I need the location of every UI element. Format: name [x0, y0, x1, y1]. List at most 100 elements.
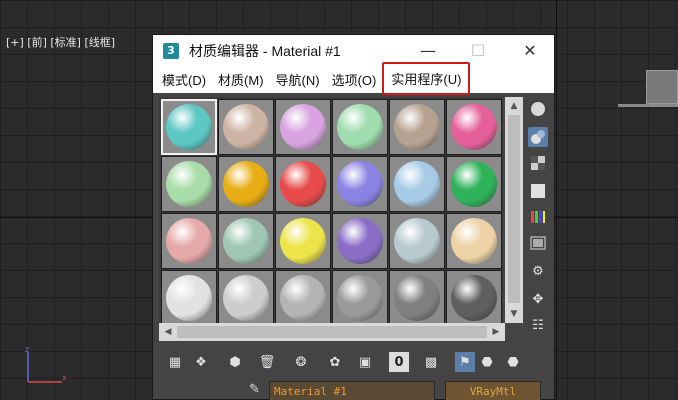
go-forward-sibling-icon[interactable]: ⬣: [503, 352, 523, 372]
sample-slot[interactable]: [275, 156, 331, 212]
sample-slot[interactable]: [389, 156, 445, 212]
material-sphere: [223, 218, 269, 264]
sample-slot[interactable]: [161, 99, 217, 155]
select-by-material-icon[interactable]: ✥: [528, 289, 548, 309]
material-sphere: [394, 104, 440, 150]
material-sphere: [337, 161, 383, 207]
put-to-scene-icon[interactable]: ❖: [191, 352, 211, 372]
sample-slot[interactable]: [218, 270, 274, 326]
sample-slots-grid: [159, 97, 503, 327]
material-sphere: [394, 218, 440, 264]
scroll-left-icon[interactable]: ◀: [159, 323, 177, 341]
viewcube-icon[interactable]: [646, 70, 678, 104]
menu-navigation[interactable]: 导航(N): [270, 66, 326, 93]
sample-slot[interactable]: [161, 213, 217, 269]
window-title: 材质编辑器 - Material #1: [189, 42, 341, 59]
make-unique-icon[interactable]: ✿: [325, 352, 345, 372]
sample-slot[interactable]: [389, 213, 445, 269]
sample-slot[interactable]: [161, 270, 217, 326]
menu-material[interactable]: 材质(M): [212, 66, 270, 93]
viewcube-base: [618, 104, 678, 107]
sample-slot[interactable]: [446, 270, 502, 326]
menu-bar: 模式(D) 材质(M) 导航(N) 选项(O) 实用程序(U): [153, 62, 554, 95]
save-to-library-icon[interactable]: ▣: [355, 352, 375, 372]
material-type-button[interactable]: VRayMtl: [445, 381, 541, 400]
material-sphere: [394, 161, 440, 207]
material-sphere: [166, 161, 212, 207]
material-sphere: [280, 218, 326, 264]
make-copy-icon[interactable]: ❂: [291, 352, 311, 372]
material-id-icon[interactable]: 0: [389, 352, 409, 372]
viewport-label[interactable]: [+] [前] [标准] [线框]: [6, 34, 115, 50]
sample-slot[interactable]: [332, 99, 388, 155]
material-map-navigator-icon[interactable]: ☷: [528, 315, 548, 335]
horizontal-scroll-thumb[interactable]: [177, 326, 487, 338]
material-sphere: [451, 161, 497, 207]
horizontal-scrollbar[interactable]: ◀ ▶: [159, 323, 505, 341]
material-sphere: [223, 104, 269, 150]
show-end-result-icon[interactable]: ⚑: [455, 352, 475, 372]
material-sphere: [280, 275, 326, 321]
sample-slot[interactable]: [446, 156, 502, 212]
material-sphere: [451, 104, 497, 150]
vertical-scroll-thumb[interactable]: [508, 115, 520, 303]
sample-slot[interactable]: [332, 213, 388, 269]
background-checker-icon[interactable]: [528, 153, 548, 173]
backlight-icon[interactable]: [528, 127, 548, 147]
scroll-down-icon[interactable]: ▼: [505, 305, 523, 323]
make-preview-icon[interactable]: [528, 233, 548, 253]
title-bar[interactable]: 3 材质编辑器 - Material #1 — ☐ ✕: [153, 35, 554, 66]
material-sphere: [280, 104, 326, 150]
go-to-parent-icon[interactable]: ⬣: [477, 352, 497, 372]
material-sphere: [451, 275, 497, 321]
sample-slot[interactable]: [275, 99, 331, 155]
delete-icon[interactable]: 🗑: [257, 352, 277, 372]
menu-mode[interactable]: 模式(D): [156, 66, 212, 93]
bottom-toolbar: ▦ ❖ ⬢ 🗑 ❂ ✿ ▣ 0 ▩ ⚑ ⬣ ⬣: [159, 349, 549, 375]
svg-text:x: x: [62, 373, 67, 382]
material-sphere: [337, 275, 383, 321]
sample-slot[interactable]: [161, 156, 217, 212]
app-3dsmax-icon: 3: [163, 42, 179, 59]
svg-text:z: z: [25, 346, 29, 354]
material-sphere: [166, 218, 212, 264]
material-sphere: [166, 104, 212, 150]
material-sphere: [223, 161, 269, 207]
material-sphere: [280, 161, 326, 207]
sample-slot[interactable]: [332, 270, 388, 326]
material-sphere: [223, 275, 269, 321]
scroll-right-icon[interactable]: ▶: [487, 323, 505, 341]
get-material-icon[interactable]: ▦: [165, 352, 185, 372]
close-button[interactable]: ✕: [507, 35, 553, 66]
material-sphere: [337, 104, 383, 150]
options-icon[interactable]: ⚙: [528, 261, 548, 281]
sample-slot[interactable]: [218, 99, 274, 155]
show-map-in-viewport-icon[interactable]: ▩: [421, 352, 441, 372]
axis-gizmo-icon: z x: [25, 346, 67, 383]
sample-slot[interactable]: [218, 213, 274, 269]
eyedropper-icon[interactable]: ✎: [249, 382, 265, 398]
sample-slot[interactable]: [218, 156, 274, 212]
sample-slot[interactable]: [389, 99, 445, 155]
material-name-field[interactable]: Material #1: [269, 381, 435, 400]
menu-utilities[interactable]: 实用程序(U): [382, 62, 471, 95]
sample-slot[interactable]: [446, 99, 502, 155]
material-editor-window: 3 材质编辑器 - Material #1 — ☐ ✕ 模式(D) 材质(M) …: [152, 34, 555, 400]
video-color-check-icon[interactable]: [528, 207, 548, 227]
sample-slot[interactable]: [275, 270, 331, 326]
sample-type-sphere-icon[interactable]: [528, 99, 548, 119]
menu-options[interactable]: 选项(O): [326, 66, 383, 93]
viewport-axis-vertical: [556, 0, 557, 400]
vertical-scrollbar[interactable]: ▲ ▼: [505, 97, 523, 323]
sample-slot[interactable]: [275, 213, 331, 269]
sample-uv-tiling-icon[interactable]: [528, 181, 548, 201]
material-sphere: [337, 218, 383, 264]
sample-slot[interactable]: [389, 270, 445, 326]
material-sphere: [394, 275, 440, 321]
sample-slot[interactable]: [446, 213, 502, 269]
sample-slot[interactable]: [332, 156, 388, 212]
material-sphere: [451, 218, 497, 264]
assign-to-selection-icon[interactable]: ⬢: [225, 352, 245, 372]
material-sphere: [166, 275, 212, 321]
scroll-up-icon[interactable]: ▲: [505, 97, 523, 115]
